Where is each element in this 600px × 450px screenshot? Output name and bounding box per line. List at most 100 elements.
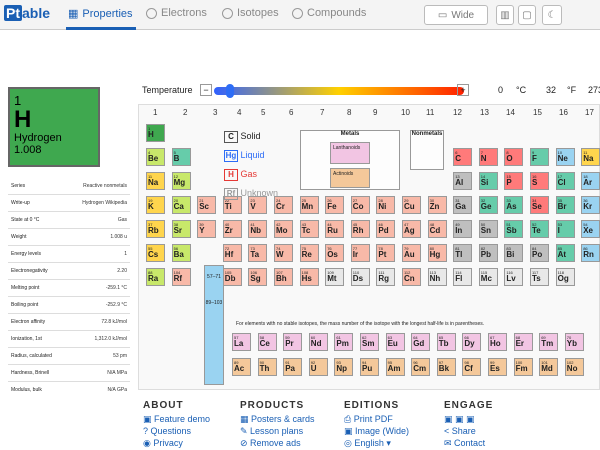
element-cell[interactable]: 7N xyxy=(478,148,498,166)
element-cell[interactable]: 36 Kr xyxy=(581,196,600,214)
temp-decrease-button[interactable]: − xyxy=(200,84,212,96)
element-cell[interactable]: 92 U xyxy=(308,358,328,376)
property-row[interactable]: State at 0 °C Gas xyxy=(8,212,130,229)
element-cell[interactable]: 49 In xyxy=(453,220,473,238)
element-cell[interactable]: 106 Sg xyxy=(248,268,268,286)
print-pdf-link[interactable]: ⎙ Print PDF xyxy=(344,413,409,425)
element-cell[interactable]: 64 Gd xyxy=(411,333,431,351)
element-cell[interactable]: 107 Bh xyxy=(274,268,293,286)
element-cell[interactable]: 35 Br xyxy=(555,196,575,214)
layout-button[interactable]: ▥ xyxy=(496,5,514,25)
nonmetals-legend[interactable]: Nonmetals xyxy=(410,130,444,170)
element-cell[interactable]: 42 Mo xyxy=(274,220,293,238)
element-cell[interactable]: 96 Cm xyxy=(411,358,431,376)
temp-fahrenheit-value[interactable]: 32 xyxy=(546,85,556,95)
group-number[interactable]: 12 xyxy=(453,108,462,117)
property-row[interactable]: Energy levels 1 xyxy=(8,246,130,263)
element-cell[interactable]: 17 Cl xyxy=(555,172,575,190)
group-number[interactable]: 5 xyxy=(261,108,265,117)
element-cell[interactable]: 104 Rf xyxy=(171,268,191,286)
element-cell[interactable]: 90 Th xyxy=(257,358,277,376)
element-cell[interactable]: 102 No xyxy=(564,358,584,376)
element-cell[interactable]: 20 Ca xyxy=(171,196,191,214)
element-cell[interactable]: 56 Ba xyxy=(171,244,191,262)
element-cell[interactable]: 84 Po xyxy=(530,244,549,262)
element-cell[interactable]: 13 Al xyxy=(453,172,473,190)
element-cell[interactable]: 29 Cu xyxy=(402,196,421,214)
element-cell[interactable]: 91 Pa xyxy=(283,358,303,376)
element-cell[interactable]: 26 Fe xyxy=(325,196,345,214)
language-select[interactable]: ◎ English ▾ xyxy=(344,437,409,449)
element-cell[interactable]: 93 Np xyxy=(334,358,354,376)
element-cell[interactable]: 12 Mg xyxy=(171,172,191,190)
element-cell[interactable]: 94 Pu xyxy=(360,358,379,376)
element-cell[interactable]: 10 Ne xyxy=(555,148,575,166)
element-cell[interactable]: 40 Zr xyxy=(222,220,242,238)
group-number[interactable]: 8 xyxy=(347,108,351,117)
property-row[interactable]: Electron affinity 72.8 kJ/mol xyxy=(8,314,130,331)
element-cell[interactable]: 118 Og xyxy=(555,268,575,286)
element-cell[interactable]: 18 Ar xyxy=(581,172,600,190)
element-cell[interactable]: 47 Ag xyxy=(402,220,421,238)
element-cell[interactable]: 65 Tb xyxy=(436,333,456,351)
element-cell[interactable]: 100 Fm xyxy=(513,358,533,376)
element-cell[interactable]: 52 Te xyxy=(530,220,549,238)
element-cell[interactable]: 85 At xyxy=(555,244,575,262)
element-cell[interactable]: 28 Ni xyxy=(376,196,396,214)
lanthanoids-legend[interactable]: Lanthanoids xyxy=(330,142,370,164)
element-cell[interactable]: 15 P xyxy=(504,172,524,190)
group-number[interactable]: 2 xyxy=(183,108,187,117)
element-cell[interactable]: 33 As xyxy=(504,196,524,214)
social-icons[interactable]: ▣ ▣ ▣ xyxy=(444,413,493,425)
element-cell[interactable]: 113 Nh xyxy=(427,268,447,286)
element-cell[interactable]: 8O xyxy=(504,148,524,166)
element-cell[interactable]: 81 Tl xyxy=(453,244,473,262)
element-cell[interactable]: 80 Hg xyxy=(427,244,447,262)
element-cell[interactable]: 38 Sr xyxy=(171,220,191,238)
element-cell[interactable]: 108 Hs xyxy=(299,268,319,286)
element-cell[interactable]: 31 Ga xyxy=(453,196,473,214)
actinoids-legend[interactable]: Actinoids xyxy=(330,168,370,188)
element-cell[interactable]: 61 Pm xyxy=(334,333,354,351)
element-cell[interactable]: 111 Rg xyxy=(376,268,396,286)
group-number[interactable]: 15 xyxy=(533,108,542,117)
element-cell[interactable]: 88 Ra xyxy=(146,268,165,286)
group-number[interactable]: 3 xyxy=(213,108,217,117)
element-cell[interactable]: 68 Er xyxy=(513,333,533,351)
group-number[interactable]: 17 xyxy=(585,108,594,117)
remove-ads-link[interactable]: ⊘ Remove ads xyxy=(240,437,315,449)
questions-link[interactable]: ? Questions xyxy=(143,425,210,437)
element-cell[interactable]: 73 Ta xyxy=(248,244,268,262)
element-cell[interactable]: 43 Tc xyxy=(299,220,319,238)
element-cell[interactable]: 4 Be xyxy=(146,148,165,166)
element-cell[interactable]: 109 Mt xyxy=(325,268,345,286)
element-cell[interactable]: 83 Bi xyxy=(504,244,524,262)
legend-unknown[interactable]: Rf Unknown xyxy=(224,188,278,200)
element-cell[interactable]: 6C xyxy=(453,148,473,166)
element-cell[interactable]: 59 Pr xyxy=(283,333,303,351)
property-row[interactable]: Boiling point -252.9 °C xyxy=(8,297,130,314)
property-row[interactable]: Series Reactive nonmetals xyxy=(8,178,130,195)
element-cell[interactable]: 105 Db xyxy=(222,268,242,286)
element-cell[interactable]: 48 Cd xyxy=(427,220,447,238)
element-cell[interactable]: 14 Si xyxy=(478,172,498,190)
element-cell[interactable]: 19 K xyxy=(146,196,165,214)
group-number[interactable]: 6 xyxy=(289,108,293,117)
share-link[interactable]: < Share xyxy=(444,425,493,437)
element-cell[interactable]: 95 Am xyxy=(385,358,405,376)
dark-mode-button[interactable]: ☾ xyxy=(542,5,562,25)
group-number[interactable]: 9 xyxy=(373,108,377,117)
image-wide-link[interactable]: ▣ Image (Wide) xyxy=(344,425,409,437)
element-cell[interactable]: 5B xyxy=(171,148,191,166)
element-cell[interactable]: 60 Nd xyxy=(308,333,328,351)
legend-liquid[interactable]: Hg Liquid xyxy=(224,150,265,162)
element-cell[interactable]: 82 Pb xyxy=(478,244,498,262)
element-cell[interactable]: 74 W xyxy=(274,244,293,262)
element-cell[interactable]: 57 La xyxy=(232,333,251,351)
element-cell[interactable]: 76 Os xyxy=(325,244,345,262)
element-cell[interactable]: 69 Tm xyxy=(539,333,559,351)
element-cell[interactable]: 89 Ac xyxy=(232,358,251,376)
property-row[interactable]: Write-up Hydrogen Wikipedia xyxy=(8,195,130,212)
contact-link[interactable]: ✉ Contact xyxy=(444,437,493,449)
element-cell[interactable]: 53 I xyxy=(555,220,575,238)
